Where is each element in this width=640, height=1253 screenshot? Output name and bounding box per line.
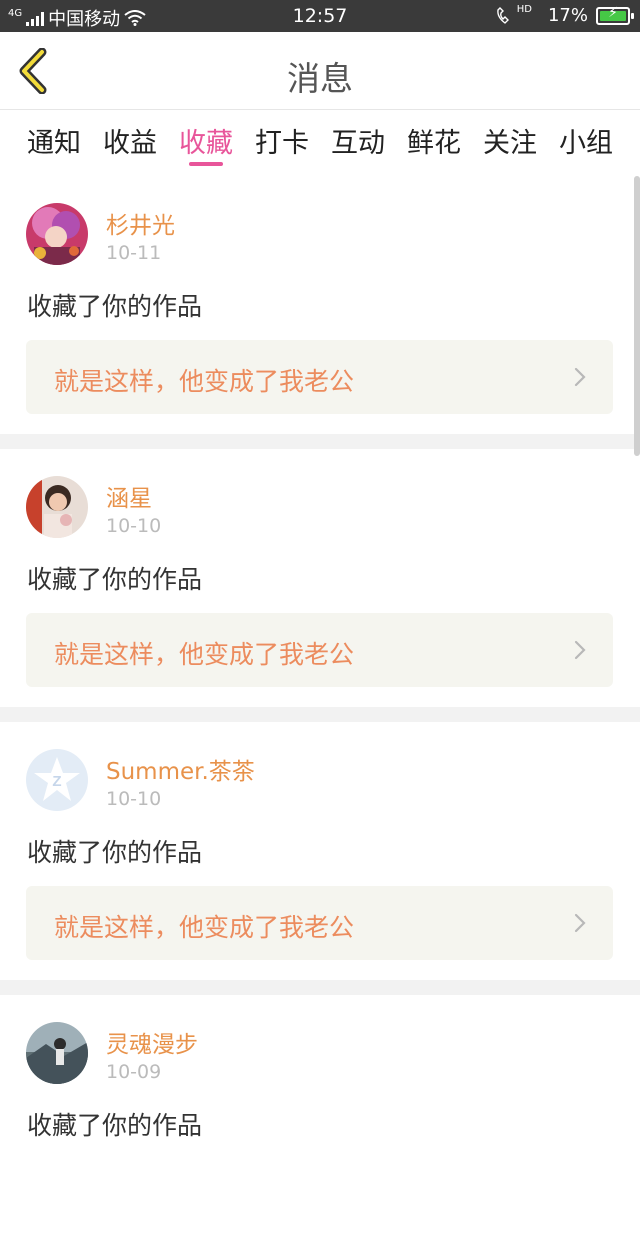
nav-bar: 消息 — [0, 32, 640, 110]
message-list: 杉井光 10-11 收藏了你的作品 就是这样，他变成了我老公 涵星 10-10 … — [0, 176, 640, 1253]
work-link[interactable]: 就是这样，他变成了我老公 — [26, 613, 613, 687]
chevron-right-icon — [574, 640, 586, 660]
status-right: HD 17% ⚡ — [495, 4, 634, 26]
tab-group[interactable]: 小组 — [553, 121, 619, 160]
page-title: 消息 — [287, 59, 353, 98]
work-link[interactable]: 就是这样，他变成了我老公 — [26, 340, 613, 414]
tab-interaction[interactable]: 互动 — [325, 121, 391, 160]
svg-text:Z: Z — [52, 773, 61, 790]
photo-avatar-icon — [26, 476, 88, 538]
status-bar: 4G 中国移动 12:57 HD 17% ⚡ — [0, 0, 640, 32]
username[interactable]: 灵魂漫步 — [106, 1025, 198, 1059]
avatar[interactable]: Z — [26, 749, 88, 811]
message-date: 10-11 — [106, 242, 162, 264]
message-action: 收藏了你的作品 — [27, 292, 203, 321]
chevron-right-icon — [574, 913, 586, 933]
username[interactable]: 杉井光 — [106, 206, 175, 240]
work-title: 就是这样，他变成了我老公 — [54, 640, 355, 669]
username[interactable]: 涵星 — [106, 479, 152, 513]
tab-follow[interactable]: 关注 — [477, 121, 543, 160]
username[interactable]: Summer.茶茶 — [106, 752, 255, 786]
tab-bar: 通知 收益 收藏 打卡 互动 鲜花 关注 小组 — [0, 111, 640, 171]
message-card: 涵星 10-10 收藏了你的作品 就是这样，他变成了我老公 — [0, 449, 640, 707]
avatar[interactable] — [26, 476, 88, 538]
default-qzone-avatar-icon: Z — [26, 749, 88, 811]
divider — [0, 707, 640, 722]
work-title: 就是这样，他变成了我老公 — [54, 367, 355, 396]
avatar[interactable] — [26, 203, 88, 265]
divider — [0, 434, 640, 449]
message-action: 收藏了你的作品 — [27, 565, 203, 594]
message-action: 收藏了你的作品 — [27, 1111, 203, 1140]
hd-label: HD — [516, 4, 532, 15]
anime-girl-avatar-icon — [26, 203, 88, 265]
chevron-right-icon — [574, 367, 586, 387]
message-action: 收藏了你的作品 — [27, 838, 203, 867]
battery-icon: ⚡ — [596, 5, 634, 25]
message-date: 10-10 — [106, 788, 162, 810]
battery-percent: 17% — [547, 5, 588, 26]
active-tab-indicator — [189, 162, 223, 166]
avatar[interactable] — [26, 1022, 88, 1084]
divider — [0, 980, 640, 995]
scrollbar[interactable] — [634, 176, 640, 456]
work-title: 就是这样，他变成了我老公 — [54, 913, 355, 942]
message-card: Z Summer.茶茶 10-10 收藏了你的作品 就是这样，他变成了我老公 — [0, 722, 640, 980]
landscape-avatar-icon — [26, 1022, 88, 1084]
tab-checkin[interactable]: 打卡 — [249, 121, 315, 160]
hd-call-icon — [496, 6, 509, 24]
message-card: 灵魂漫步 10-09 收藏了你的作品 — [0, 995, 640, 1253]
tab-earnings[interactable]: 收益 — [97, 121, 163, 160]
message-date: 10-09 — [106, 1061, 162, 1083]
work-link[interactable]: 就是这样，他变成了我老公 — [26, 886, 613, 960]
message-date: 10-10 — [106, 515, 162, 537]
message-card: 杉井光 10-11 收藏了你的作品 就是这样，他变成了我老公 — [0, 176, 640, 434]
tab-favorites[interactable]: 收藏 — [173, 121, 239, 160]
tab-notification[interactable]: 通知 — [21, 121, 87, 160]
tab-flowers[interactable]: 鲜花 — [401, 121, 467, 160]
